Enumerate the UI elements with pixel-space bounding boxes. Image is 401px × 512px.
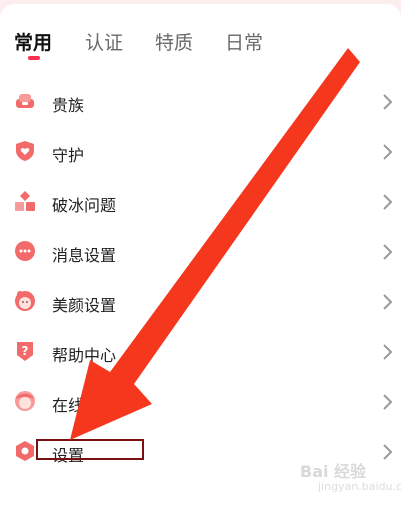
girl-face-icon (14, 290, 36, 312)
menu-item-guard[interactable]: 守护 (0, 127, 401, 177)
menu-item-label: 帮助中心 (52, 346, 117, 365)
annotation-highlight-box (36, 439, 144, 460)
baidu-watermark: Bai 经验 (300, 462, 367, 481)
chevron-right-icon (380, 393, 394, 411)
svg-text:?: ? (22, 344, 29, 358)
chevron-right-icon (380, 293, 394, 311)
menu-item-noble[interactable]: 贵族 (0, 77, 401, 127)
avatar-face-icon (14, 390, 36, 412)
question-shield-icon: ? (14, 340, 36, 362)
menu-item-label: 消息设置 (52, 246, 117, 265)
menu-item-label: 守护 (52, 146, 85, 165)
chevron-right-icon (380, 443, 394, 461)
blocks-icon (14, 190, 36, 212)
menu-item-help-center[interactable]: ? 帮助中心 (0, 327, 401, 377)
tab-traits[interactable]: 特质 (155, 28, 193, 55)
baidu-watermark-url: jingyan.baidu.com (318, 480, 401, 493)
menu-item-beauty-settings[interactable]: 美颜设置 (0, 277, 401, 327)
chat-bubble-icon (14, 240, 36, 262)
menu-item-label: 贵族 (52, 96, 85, 115)
hexagon-settings-icon (14, 440, 36, 462)
chevron-right-icon (380, 193, 394, 211)
menu-item-label: 破冰问题 (52, 196, 117, 215)
menu-item-label: 在线 (52, 396, 85, 415)
shield-heart-icon (14, 140, 36, 162)
chevron-right-icon (380, 93, 394, 111)
tab-common[interactable]: 常用 (14, 28, 52, 55)
chevron-right-icon (380, 243, 394, 261)
chevron-right-icon (380, 143, 394, 161)
menu-item-label: 美颜设置 (52, 296, 117, 315)
menu-item-online[interactable]: 在线 (0, 377, 401, 427)
chevron-right-icon (380, 343, 394, 361)
menu-item-message-settings[interactable]: 消息设置 (0, 227, 401, 277)
menu-item-icebreaker[interactable]: 破冰问题 (0, 177, 401, 227)
sofa-icon (14, 90, 36, 112)
active-tab-indicator (28, 56, 40, 60)
tab-verify[interactable]: 认证 (85, 28, 123, 55)
tab-daily[interactable]: 日常 (225, 28, 263, 55)
